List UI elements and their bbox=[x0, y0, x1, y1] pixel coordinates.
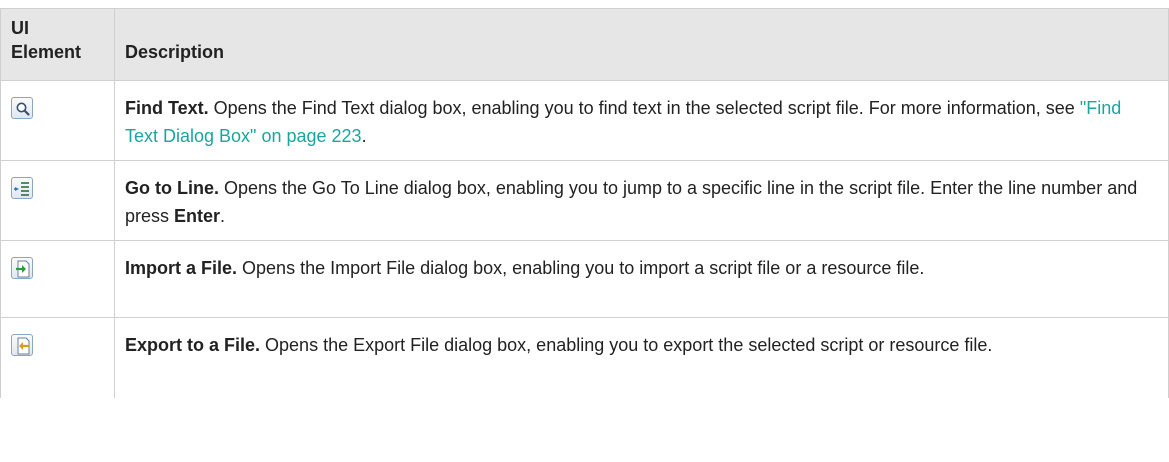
row-description: Export to a File. Opens the Export File … bbox=[114, 317, 1169, 398]
row-description: Import a File. Opens the Import File dia… bbox=[114, 240, 1169, 318]
table-header-row: UI Element Description bbox=[0, 8, 1169, 81]
row-text-end: . bbox=[220, 206, 226, 226]
table-row: Go to Line. Opens the Go To Line dialog … bbox=[0, 160, 1169, 241]
table-row: Import a File. Opens the Import File dia… bbox=[0, 240, 1169, 318]
row-text: Opens the Find Text dialog box, enabling… bbox=[208, 98, 1080, 118]
row-title: Find Text. bbox=[125, 98, 209, 118]
row-description: Go to Line. Opens the Go To Line dialog … bbox=[114, 160, 1169, 241]
row-title: Import a File. bbox=[125, 258, 238, 278]
row-title: Go to Line. bbox=[125, 178, 219, 198]
row-title: Export to a File. bbox=[125, 335, 261, 355]
row-key-name: Enter bbox=[174, 206, 221, 226]
go-to-line-icon bbox=[11, 177, 33, 199]
icon-cell bbox=[0, 317, 115, 398]
header-ui-element-line2: Element bbox=[11, 42, 82, 62]
row-text-end: . bbox=[361, 126, 367, 146]
row-text: Opens the Export File dialog box, enabli… bbox=[260, 335, 993, 355]
ui-elements-table: UI Element Description Find Text. Opens t… bbox=[0, 8, 1169, 398]
header-ui-element-line1: UI bbox=[11, 18, 29, 38]
icon-cell bbox=[0, 240, 115, 318]
row-text: Opens the Go To Line dialog box, enablin… bbox=[125, 178, 1138, 226]
icon-cell bbox=[0, 160, 115, 241]
table-row: Export to a File. Opens the Export File … bbox=[0, 317, 1169, 398]
table-row: Find Text. Opens the Find Text dialog bo… bbox=[0, 80, 1169, 161]
header-description: Description bbox=[114, 8, 1169, 81]
find-text-icon bbox=[11, 97, 33, 119]
export-file-icon bbox=[11, 334, 33, 356]
row-description: Find Text. Opens the Find Text dialog bo… bbox=[114, 80, 1169, 161]
header-ui-element: UI Element bbox=[0, 8, 115, 81]
icon-cell bbox=[0, 80, 115, 161]
import-file-icon bbox=[11, 257, 33, 279]
row-text: Opens the Import File dialog box, enabli… bbox=[237, 258, 925, 278]
